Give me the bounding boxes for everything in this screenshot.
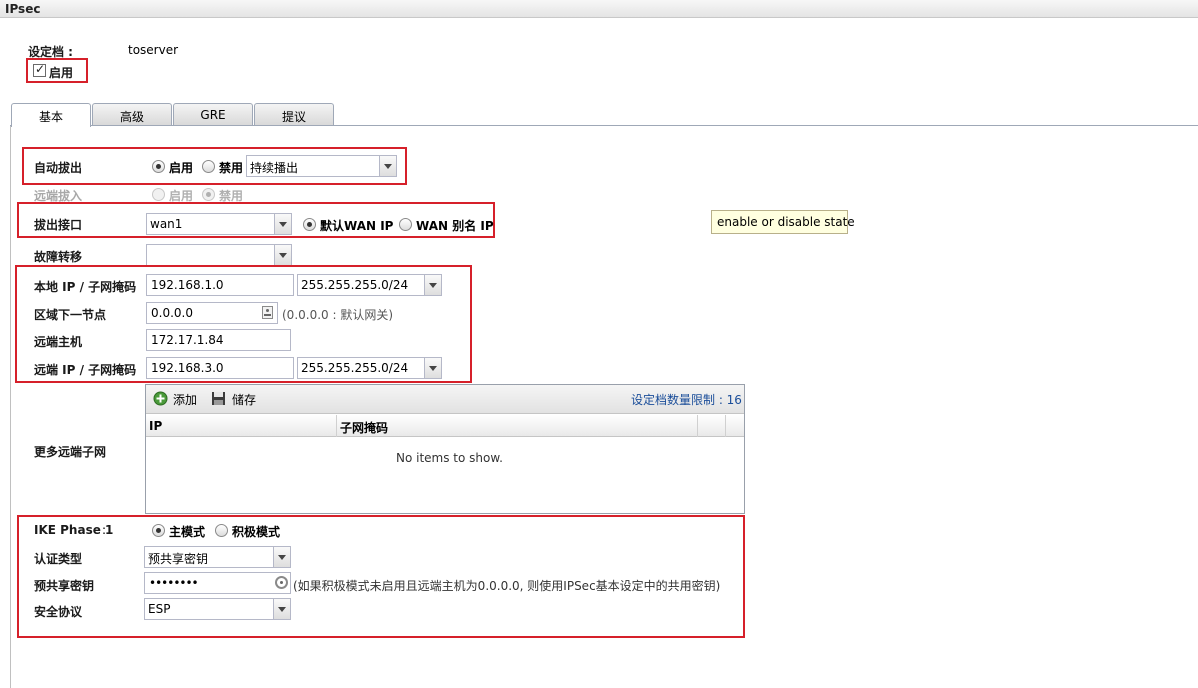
column-subnet-mask[interactable]: 子网掩码 xyxy=(337,415,698,437)
auto-dialout-enable-label: 启用 xyxy=(169,161,194,175)
grid-toolbar: 添加 储存 设定档数量限制 : 16 xyxy=(146,385,744,414)
chevron-down-icon[interactable] xyxy=(379,156,396,176)
security-protocol-select[interactable]: ESP xyxy=(144,598,291,620)
psk-input[interactable]: •••••••• xyxy=(144,572,291,594)
chevron-down-icon[interactable] xyxy=(273,547,290,567)
wan-alias-ip-radio[interactable] xyxy=(399,218,412,231)
remote-dialin-disable-radio xyxy=(202,188,215,201)
failover-label: 故障转移 xyxy=(34,250,83,264)
more-subnets-label: 更多远端子网 xyxy=(34,445,107,459)
local-mask-select[interactable]: 255.255.255.0/24 xyxy=(297,274,442,296)
psk-label: 预共享密钥 xyxy=(34,579,95,593)
auto-dialout-mode-select[interactable]: 持续播出 xyxy=(246,155,397,177)
window-title: IPsec xyxy=(5,2,41,16)
aggressive-mode-label: 积极模式 xyxy=(232,525,281,539)
add-button[interactable]: 添加 xyxy=(173,391,197,408)
remote-host-input[interactable]: 172.17.1.84 xyxy=(146,329,291,351)
profile-value: toserver xyxy=(128,43,179,57)
remote-mask-value: 255.255.255.0/24 xyxy=(301,361,409,375)
local-ip-label: 本地 IP / 子网掩码 xyxy=(34,280,137,294)
grid-header: IP 子网掩码 xyxy=(146,415,744,437)
tab-basic[interactable]: 基本 xyxy=(11,103,91,127)
ike-phase1-colon: : xyxy=(102,523,107,537)
column-ip[interactable]: IP xyxy=(146,415,337,437)
chevron-down-icon[interactable] xyxy=(424,358,441,378)
dialout-interface-label: 拔出接口 xyxy=(34,218,83,232)
local-mask-value: 255.255.255.0/24 xyxy=(301,278,409,292)
enable-label: 启用 xyxy=(49,66,74,80)
auto-dialout-mode-value: 持续播出 xyxy=(250,161,299,175)
auto-dialout-disable-radio[interactable] xyxy=(202,160,215,173)
dialout-interface-select[interactable]: wan1 xyxy=(146,213,292,235)
main-mode-radio[interactable] xyxy=(152,524,165,537)
tab-gre[interactable]: GRE xyxy=(173,103,253,126)
remote-ip-label: 远端 IP / 子网掩码 xyxy=(34,363,137,377)
enable-checkbox[interactable]: ✓ xyxy=(33,62,46,77)
next-hop-input[interactable]: 0.0.0.0 xyxy=(146,302,278,324)
grid-empty-text: No items to show. xyxy=(396,451,503,465)
more-subnets-grid: 添加 储存 设定档数量限制 : 16 IP 子网掩码 No items to s… xyxy=(145,384,745,514)
remote-dialin-enable-radio xyxy=(152,188,165,201)
chevron-down-icon[interactable] xyxy=(274,214,291,234)
security-protocol-label: 安全协议 xyxy=(34,605,83,619)
next-hop-hint: (0.0.0.0 : 默认网关) xyxy=(282,308,394,322)
psk-hint: (如果积极模式未启用且远端主机为0.0.0.0, 则使用IPSec基本设定中的共… xyxy=(293,579,721,593)
profile-limit: 设定档数量限制 : 16 xyxy=(631,393,742,407)
auto-dialout-disable-label: 禁用 xyxy=(219,161,244,175)
tab-proposal[interactable]: 提议 xyxy=(254,103,334,126)
save-icon[interactable] xyxy=(211,391,226,406)
show-password-icon[interactable] xyxy=(275,576,288,589)
aggressive-mode-radio[interactable] xyxy=(215,524,228,537)
chevron-down-icon[interactable] xyxy=(274,245,291,265)
contact-card-icon[interactable] xyxy=(262,306,273,319)
default-wan-ip-label: 默认WAN IP xyxy=(320,219,394,233)
remote-ip-input[interactable]: 192.168.3.0 xyxy=(146,357,294,379)
auth-type-select[interactable]: 预共享密钥 xyxy=(144,546,291,568)
local-ip-input[interactable]: 192.168.1.0 xyxy=(146,274,294,296)
tooltip: enable or disable state xyxy=(711,210,855,234)
column-extra xyxy=(698,415,726,437)
check-icon: ✓ xyxy=(35,62,46,76)
window-titlebar: IPsec xyxy=(0,0,1198,18)
panel-border xyxy=(10,126,11,688)
auth-type-value: 预共享密钥 xyxy=(148,552,209,566)
wan-alias-ip-label: WAN 别名 IP xyxy=(416,219,494,233)
remote-mask-select[interactable]: 255.255.255.0/24 xyxy=(297,357,442,379)
main-mode-label: 主模式 xyxy=(169,525,206,539)
tab-strip-line xyxy=(10,125,1198,126)
auth-type-label: 认证类型 xyxy=(34,552,83,566)
add-icon[interactable] xyxy=(153,391,168,406)
chevron-down-icon[interactable] xyxy=(273,599,290,619)
next-hop-label: 区域下一节点 xyxy=(34,308,107,322)
auto-dialout-label: 自动拔出 xyxy=(34,161,83,175)
tab-advanced[interactable]: 高级 xyxy=(92,103,172,126)
default-wan-ip-radio[interactable] xyxy=(303,218,316,231)
failover-select[interactable] xyxy=(146,244,292,266)
remote-host-label: 远端主机 xyxy=(34,335,83,349)
save-button[interactable]: 储存 xyxy=(232,391,256,408)
dialout-interface-value: wan1 xyxy=(150,217,183,231)
security-protocol-value: ESP xyxy=(148,602,171,616)
auto-dialout-enable-radio[interactable] xyxy=(152,160,165,173)
chevron-down-icon[interactable] xyxy=(424,275,441,295)
